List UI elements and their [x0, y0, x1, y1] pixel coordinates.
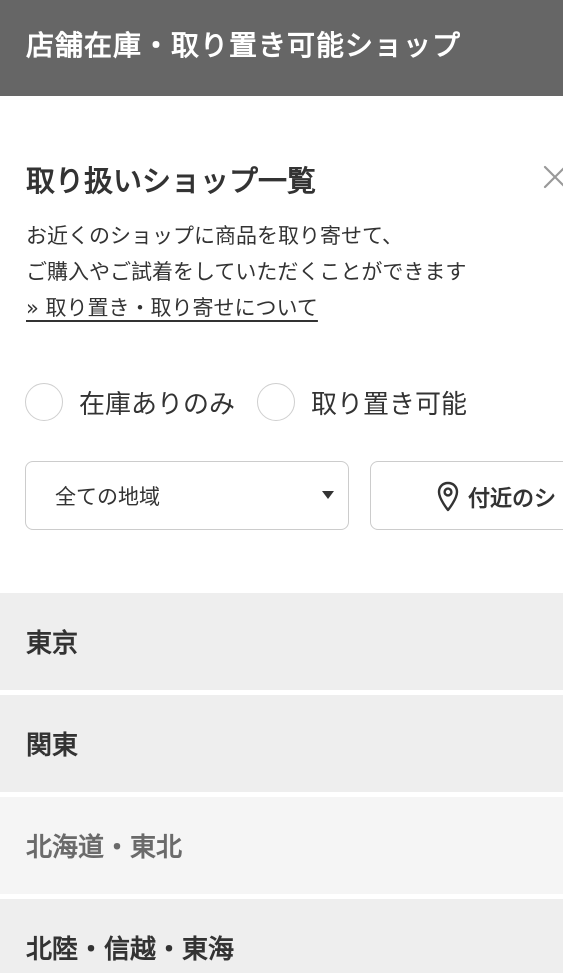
region-item-hokuriku-shinetsu-tokai[interactable]: 北陸・信越・東海 [0, 899, 563, 973]
app-header: 店舗在庫・取り置き可能ショップ [0, 0, 563, 96]
filter-options: 在庫ありのみ 取り置き可能 [25, 383, 489, 421]
region-select[interactable]: 全ての地域 [25, 461, 349, 530]
region-label: 関東 [26, 731, 79, 761]
nearby-shops-label: 付近のシ [468, 487, 557, 512]
panel-description: お近くのショップに商品を取り寄せて、 ご購入やご試着をしていただくことができます… [26, 218, 466, 326]
region-label: 北陸・信越・東海 [26, 935, 235, 965]
in-stock-only-radio[interactable] [25, 383, 63, 421]
reservable-label[interactable]: 取り置き可能 [311, 384, 467, 421]
description-line-2: ご購入やご試着をしていただくことができます [26, 260, 467, 284]
region-label: 北海道・東北 [26, 833, 183, 863]
region-select-value: 全ての地域 [55, 485, 160, 509]
region-item-kanto[interactable]: 関東 [0, 695, 563, 792]
region-item-tokyo[interactable]: 東京 [0, 593, 563, 690]
shop-list-panel: 取り扱いショップ一覧 お近くのショップに商品を取り寄せて、 ご購入やご試着をして… [0, 96, 563, 973]
reservation-info-link[interactable]: » 取り置き・取り寄せについて [26, 290, 318, 326]
location-pin-icon [437, 481, 459, 512]
chevron-down-icon [322, 491, 334, 499]
region-label: 東京 [26, 629, 79, 659]
nearby-shops-button[interactable]: 付近のシ [370, 461, 563, 530]
close-icon[interactable] [540, 162, 563, 192]
region-item-hokkaido-tohoku[interactable]: 北海道・東北 [0, 797, 563, 894]
in-stock-only-label[interactable]: 在庫ありのみ [79, 384, 235, 421]
panel-title: 取り扱いショップ一覧 [26, 164, 317, 198]
header-title: 店舗在庫・取り置き可能ショップ [26, 29, 462, 62]
reservable-radio[interactable] [257, 383, 296, 421]
description-line-1: お近くのショップに商品を取り寄せて、 [26, 224, 403, 248]
